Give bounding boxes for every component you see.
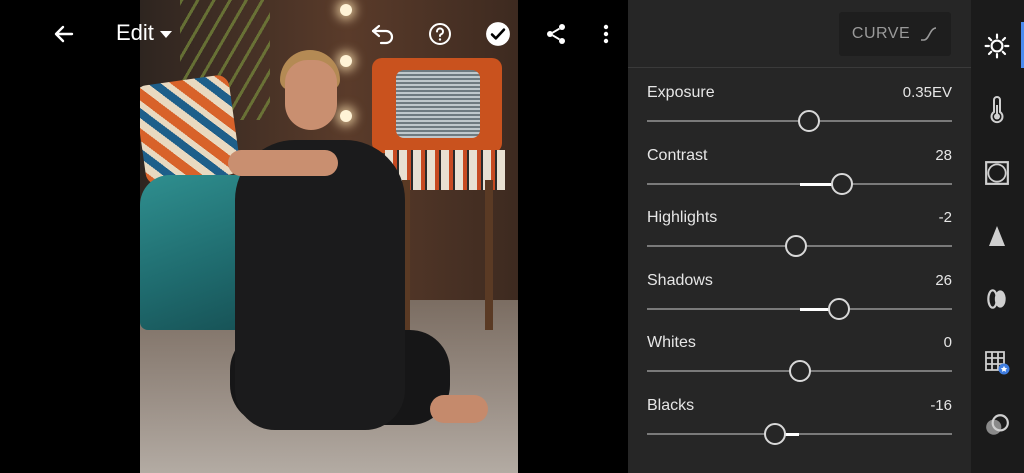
checkmark-circle-icon (486, 22, 510, 46)
more-options-button[interactable] (590, 18, 622, 50)
slider-label: Blacks (647, 397, 695, 414)
caret-down-icon (159, 30, 172, 38)
slider-label: Contrast (647, 146, 708, 164)
arrow-left-icon (54, 25, 74, 43)
slider-value: -16 (930, 397, 952, 414)
slider-thumb[interactable] (788, 360, 811, 383)
thermometer-icon (990, 96, 1004, 124)
slider-thumb[interactable] (764, 423, 787, 445)
slider-value: -2 (938, 209, 952, 227)
slider-thumb[interactable] (785, 235, 808, 258)
slider-contrast: Contrast 28 (647, 147, 952, 209)
detail-tool-button[interactable] (983, 222, 1011, 250)
optics-tool-button[interactable] (983, 285, 1011, 313)
slider-thumb[interactable] (831, 172, 854, 195)
lens-icon (987, 289, 1006, 309)
undo-button[interactable] (367, 18, 399, 50)
slider-exposure: Exposure 0.35EV (647, 84, 952, 146)
done-button[interactable] (482, 18, 514, 50)
photo-lamp (340, 110, 352, 122)
curve-label: CURVE (851, 25, 911, 42)
photo-person-body (235, 140, 405, 430)
slider-track[interactable] (647, 433, 952, 435)
photo-lamp (340, 4, 352, 16)
photo-lamp (340, 55, 352, 67)
photo-tv (372, 58, 502, 153)
photo-canvas[interactable]: Edit (0, 0, 628, 473)
slider-shadows: Shadows 26 (647, 272, 952, 334)
vignette-icon (985, 161, 1009, 185)
help-button[interactable] (424, 18, 456, 50)
photo-person-foot (430, 395, 488, 423)
share-icon (547, 24, 565, 44)
photo-pillow (140, 73, 242, 187)
share-button[interactable] (540, 18, 572, 50)
slider-whites: Whites 0 (647, 334, 952, 396)
slider-thumb[interactable] (828, 297, 851, 320)
edit-mode-label: Edit (116, 20, 154, 45)
slider-label: Exposure (647, 84, 715, 101)
back-button[interactable] (48, 18, 80, 50)
slider-value: 0 (943, 334, 952, 352)
slider-value: 28 (935, 146, 952, 164)
light-adjustments-panel: CURVE Exposure 0.35EV Contrast 28 Highlights… (628, 0, 971, 473)
help-icon (429, 23, 451, 45)
undo-icon (371, 24, 394, 45)
slider-highlights: Highlights -2 (647, 209, 952, 271)
tool-rail (971, 0, 1024, 473)
color-tool-button[interactable] (983, 96, 1011, 124)
photo-table-leg (485, 180, 493, 330)
photo-person-arm (228, 150, 338, 176)
slider-value: 0.35EV (902, 84, 952, 101)
presets-tool-button[interactable] (983, 411, 1011, 439)
curve-button[interactable]: CURVE (839, 12, 951, 56)
effects-tool-button[interactable] (983, 159, 1011, 187)
edited-photo (140, 0, 518, 473)
light-icon (984, 33, 1010, 59)
curve-icon (921, 27, 937, 41)
geometry-grid-icon (985, 351, 1010, 375)
presets-icon (986, 414, 1009, 435)
photo-person-head (285, 60, 337, 130)
slider-thumb[interactable] (797, 110, 820, 132)
slider-label: Whites (647, 334, 696, 352)
slider-blacks: Blacks -16 (647, 397, 952, 459)
slider-value: 26 (935, 271, 952, 289)
curve-row: CURVE (628, 0, 971, 68)
more-vertical-icon (603, 24, 609, 44)
triangle-icon (989, 226, 1005, 246)
light-tool-button[interactable] (983, 32, 1011, 60)
geometry-tool-button[interactable] (983, 348, 1011, 376)
slider-label: Shadows (647, 271, 713, 289)
slider-label: Highlights (647, 209, 718, 227)
edit-mode-dropdown[interactable]: Edit (116, 20, 172, 46)
